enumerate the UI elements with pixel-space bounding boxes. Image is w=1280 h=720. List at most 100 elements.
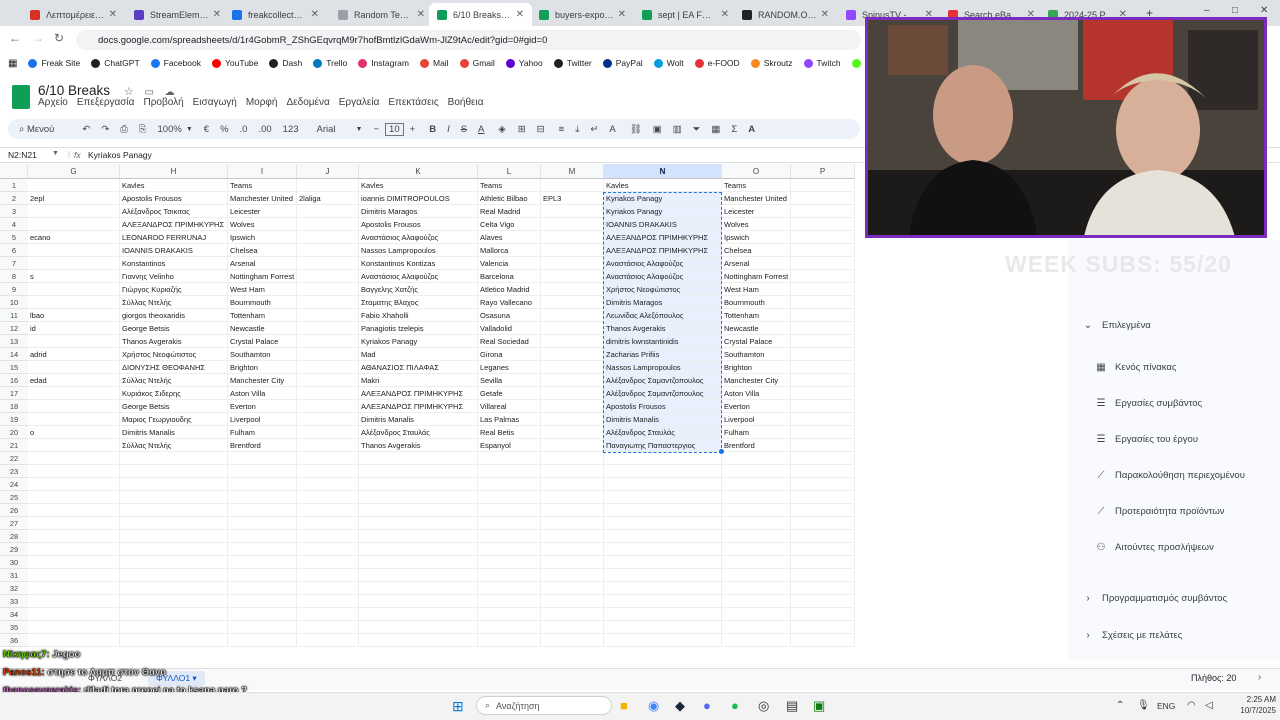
close-tab-icon[interactable]: ✕: [721, 9, 729, 20]
text-color-icon[interactable]: A: [478, 124, 484, 135]
fill-color-icon[interactable]: ◈: [498, 124, 505, 135]
table-cell[interactable]: ΑΛΕΞΑΝΔΡΟΣ ΠΡΙΜΗΚΥΡΗΣ: [604, 231, 722, 244]
table-cell[interactable]: [541, 270, 604, 283]
table-cell[interactable]: [228, 491, 297, 504]
table-cell[interactable]: [228, 621, 297, 634]
italic-icon[interactable]: I: [447, 124, 450, 135]
menu-item[interactable]: Εισαγωγή: [193, 97, 237, 108]
table-cell[interactable]: [722, 530, 791, 543]
table-cell[interactable]: [120, 582, 228, 595]
table-cell[interactable]: [297, 205, 359, 218]
table-cell[interactable]: [297, 270, 359, 283]
table-cell[interactable]: Crystal Palace: [722, 335, 791, 348]
template-item[interactable]: ▦ Κενός πίνακας: [1095, 362, 1176, 373]
table-cell[interactable]: Celta Vigo: [478, 218, 541, 231]
row-header[interactable]: 1: [0, 179, 28, 192]
table-cell[interactable]: [297, 517, 359, 530]
fill-handle[interactable]: [719, 449, 724, 454]
table-cell[interactable]: [28, 400, 120, 413]
table-cell[interactable]: [297, 556, 359, 569]
bookmark-item[interactable]: Mail: [419, 58, 449, 68]
table-cell[interactable]: [359, 634, 478, 647]
windows-start-icon[interactable]: ⊞: [452, 698, 464, 715]
column-header[interactable]: K: [359, 164, 478, 179]
table-cell[interactable]: [228, 530, 297, 543]
table-cell[interactable]: [541, 374, 604, 387]
table-cell[interactable]: West Ham: [228, 283, 297, 296]
table-cell[interactable]: Zacharias Prifiis: [604, 348, 722, 361]
row-header[interactable]: 9: [0, 283, 28, 296]
table-cell[interactable]: [297, 504, 359, 517]
table-cell[interactable]: [120, 478, 228, 491]
table-cell[interactable]: [541, 205, 604, 218]
table-cell[interactable]: [28, 439, 120, 452]
table-cell[interactable]: Leicester: [228, 205, 297, 218]
table-cell[interactable]: 2epl: [28, 192, 120, 205]
browser-tab[interactable]: freakcollectors.co✕: [224, 3, 327, 26]
table-cell[interactable]: [120, 608, 228, 621]
selection-count[interactable]: Πλήθος: 20: [1191, 673, 1236, 683]
xbox-icon[interactable]: ▣: [813, 698, 825, 714]
table-cell[interactable]: [604, 452, 722, 465]
table-cell[interactable]: [28, 504, 120, 517]
table-cell[interactable]: [120, 491, 228, 504]
table-cell[interactable]: [297, 608, 359, 621]
table-cell[interactable]: [120, 595, 228, 608]
row-header[interactable]: 33: [0, 595, 28, 608]
table-cell[interactable]: [791, 543, 855, 556]
menu-item[interactable]: Αρχείο: [38, 97, 68, 108]
table-cell[interactable]: Manchester City: [722, 374, 791, 387]
table-cell[interactable]: [478, 504, 541, 517]
microphone-icon[interactable]: 🎙: [1137, 700, 1150, 711]
close-tab-icon[interactable]: ✕: [109, 9, 117, 20]
close-tab-icon[interactable]: ✕: [311, 9, 319, 20]
table-cell[interactable]: [297, 387, 359, 400]
table-cell[interactable]: [541, 439, 604, 452]
template-item[interactable]: ☰ Εργασίες συμβάντος: [1095, 398, 1203, 409]
template-section-toggle[interactable]: › Σχέσεις με πελάτες: [1082, 630, 1182, 641]
browser-tab[interactable]: sept | EA FC 26 C✕: [634, 3, 737, 26]
bold-icon[interactable]: B: [429, 124, 436, 135]
table-cell[interactable]: Kavles: [359, 179, 478, 192]
table-cell[interactable]: [120, 452, 228, 465]
bookmark-item[interactable]: Yahoo: [505, 58, 543, 68]
table-cell[interactable]: [359, 530, 478, 543]
column-header[interactable]: O: [722, 164, 791, 179]
table-cell[interactable]: [228, 465, 297, 478]
table-cell[interactable]: [791, 231, 855, 244]
table-cell[interactable]: George Betsis: [120, 400, 228, 413]
table-cell[interactable]: Wolves: [722, 218, 791, 231]
bookmark-item[interactable]: Trello: [313, 58, 347, 68]
explore-arrow-icon[interactable]: ›: [1258, 672, 1261, 683]
table-cell[interactable]: [541, 283, 604, 296]
table-cell[interactable]: [228, 517, 297, 530]
table-cell[interactable]: Fulham: [722, 426, 791, 439]
row-header[interactable]: 28: [0, 530, 28, 543]
column-header[interactable]: P: [791, 164, 855, 179]
table-cell[interactable]: [791, 634, 855, 647]
close-tab-icon[interactable]: ✕: [213, 9, 221, 20]
table-cell[interactable]: [28, 452, 120, 465]
table-cell[interactable]: adrid: [28, 348, 120, 361]
table-cell[interactable]: [541, 257, 604, 270]
font-size-increase[interactable]: +: [410, 124, 416, 135]
table-cell[interactable]: Mad: [359, 348, 478, 361]
browser-tab[interactable]: RANDOM.ORG ✕: [734, 3, 837, 26]
table-cell[interactable]: [297, 452, 359, 465]
table-cell[interactable]: [791, 504, 855, 517]
row-header[interactable]: 17: [0, 387, 28, 400]
table-cell[interactable]: [604, 595, 722, 608]
table-cell[interactable]: Dimitris Manalis: [359, 413, 478, 426]
table-cell[interactable]: [359, 543, 478, 556]
table-cell[interactable]: Παναγιωτης Παπαστεργιος: [604, 439, 722, 452]
table-cell[interactable]: Brentford: [722, 439, 791, 452]
table-cell[interactable]: [604, 634, 722, 647]
table-cell[interactable]: [791, 595, 855, 608]
column-header[interactable]: M: [541, 164, 604, 179]
table-cell[interactable]: [297, 218, 359, 231]
table-cell[interactable]: [791, 179, 855, 192]
close-tab-icon[interactable]: ✕: [417, 9, 425, 20]
volume-icon[interactable]: ◁: [1205, 700, 1213, 711]
table-cell[interactable]: [28, 257, 120, 270]
table-cell[interactable]: Αλέξανδρος Σταυλάς: [359, 426, 478, 439]
